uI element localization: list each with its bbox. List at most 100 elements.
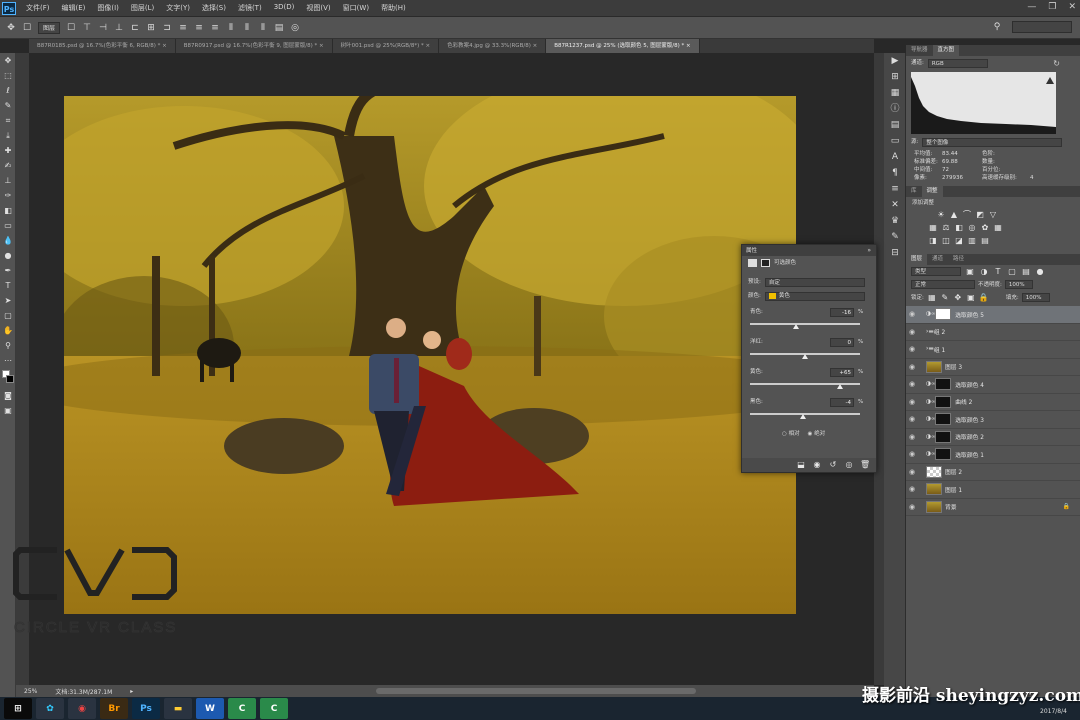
taskbar-word[interactable]: W bbox=[196, 698, 224, 719]
auto-align-icon[interactable]: ▤ bbox=[274, 23, 284, 33]
layer-name[interactable]: 选取颜色 2 bbox=[955, 432, 984, 441]
tab-channels[interactable]: 通道 bbox=[927, 254, 948, 265]
menu-item[interactable]: 编辑(E) bbox=[56, 3, 92, 13]
shape-tool-icon[interactable]: ▢ bbox=[0, 308, 16, 323]
lasso-tool-icon[interactable]: ℓ bbox=[0, 83, 16, 98]
reset-icon[interactable]: ↺ bbox=[828, 460, 838, 470]
curves-icon[interactable]: ⌒ bbox=[962, 210, 972, 220]
layer-name[interactable]: 背景 bbox=[945, 502, 957, 511]
levels-icon[interactable]: ▲ bbox=[949, 210, 959, 220]
layer-row[interactable]: ◉ ◑ ∞ 选取颜色 1 bbox=[906, 446, 1080, 464]
path-select-icon[interactable]: ➤ bbox=[0, 293, 16, 308]
start-button[interactable]: ⊞ bbox=[4, 698, 32, 719]
zoom-level[interactable]: 25% bbox=[24, 688, 37, 695]
layer-row[interactable]: ◉ 图层 1 bbox=[906, 481, 1080, 499]
layer-mask-thumbnail[interactable] bbox=[935, 378, 952, 391]
align-right-icon[interactable]: ⊐ bbox=[162, 23, 172, 33]
align-hcenter-icon[interactable]: ⊞ bbox=[146, 23, 156, 33]
tab-document[interactable]: 色彩教案4.jpg @ 33.3%(RGB/8) × bbox=[439, 39, 547, 53]
3d-mode-icon[interactable]: ◎ bbox=[290, 23, 300, 33]
layer-row[interactable]: ◉ 图层 3 bbox=[906, 359, 1080, 376]
filter-type-icon[interactable]: T bbox=[993, 267, 1003, 277]
layer-thumbnail[interactable] bbox=[926, 465, 942, 478]
taskbar-app-1[interactable]: ✿ bbox=[36, 698, 64, 719]
tab-document[interactable]: B87R0917.psd @ 16.7%(色彩平衡 9, 图层蒙版/8) * × bbox=[175, 39, 333, 53]
slider-track[interactable] bbox=[750, 323, 860, 325]
layer-mask-thumbnail[interactable] bbox=[935, 395, 952, 408]
tab-document[interactable]: B87R1237.psd @ 25% (选取颜色 5, 图层蒙版/8) * × bbox=[546, 39, 700, 53]
lock-artboard-icon[interactable]: ▣ bbox=[966, 293, 976, 303]
slider-thumb[interactable] bbox=[799, 414, 806, 419]
slider-value-input[interactable]: -4 bbox=[830, 398, 854, 407]
minimize-icon[interactable]: — bbox=[1027, 2, 1036, 12]
horizontal-scrollbar[interactable] bbox=[376, 688, 696, 694]
type-tool-icon[interactable]: T bbox=[0, 278, 16, 293]
slider-value-input[interactable]: +65 bbox=[830, 368, 854, 377]
color-lookup-icon[interactable]: ▦ bbox=[993, 223, 1003, 233]
tab-document[interactable]: B87R0185.psd @ 16.7%(色彩平衡 6, RGB/8) * × bbox=[29, 39, 176, 53]
eye-icon[interactable]: ◉ bbox=[906, 328, 918, 336]
menu-item[interactable]: 选择(S) bbox=[196, 3, 232, 13]
clone-stamp-icon[interactable]: ⊥ bbox=[0, 173, 16, 188]
history-icon[interactable]: ▤ bbox=[884, 117, 906, 133]
slider-track[interactable] bbox=[750, 383, 860, 385]
distribute-bottom-icon[interactable]: ≡ bbox=[210, 23, 220, 33]
taskbar-photoshop[interactable]: Ps bbox=[132, 698, 160, 719]
distribute-vcenter-icon[interactable]: ≡ bbox=[194, 23, 204, 33]
search-icon[interactable]: ⚲ bbox=[992, 22, 1002, 32]
layer-row[interactable]: ◉ ◑ ∞ 选取颜色 4 bbox=[906, 376, 1080, 394]
doc-size[interactable]: 文档:31.3M/287.1M bbox=[55, 687, 112, 696]
tab-adjustments[interactable]: 调整 bbox=[921, 186, 943, 197]
opacity-input[interactable]: 100% bbox=[1004, 280, 1033, 289]
close-tab-icon[interactable]: × bbox=[160, 43, 167, 49]
brightness-icon[interactable]: ☀ bbox=[936, 210, 946, 220]
eye-icon[interactable]: ◉ bbox=[906, 363, 918, 371]
preset-select[interactable]: 自定 bbox=[764, 277, 865, 287]
menu-item[interactable]: 图像(I) bbox=[91, 3, 125, 13]
history-brush-icon[interactable]: ✑ bbox=[0, 188, 16, 203]
lock-pixels-icon[interactable]: ▦ bbox=[927, 293, 937, 303]
align-left-icon[interactable]: ⊏ bbox=[130, 23, 140, 33]
glyph-icon[interactable]: ≡ bbox=[884, 181, 906, 197]
filter-pixel-icon[interactable]: ▣ bbox=[965, 267, 975, 277]
distribute-top-icon[interactable]: ≡ bbox=[178, 23, 188, 33]
layer-thumbnail[interactable] bbox=[926, 500, 942, 513]
eye-icon[interactable]: ◉ bbox=[906, 310, 918, 318]
hand-tool-icon[interactable]: ✋ bbox=[0, 323, 16, 338]
threshold-icon[interactable]: ◪ bbox=[954, 236, 964, 246]
taskbar-camtasia-2[interactable]: C bbox=[260, 698, 288, 719]
channel-mixer-icon[interactable]: ✿ bbox=[980, 223, 990, 233]
eye-icon[interactable]: ◉ bbox=[906, 468, 918, 476]
brush-tool-icon[interactable]: ✍ bbox=[0, 158, 16, 173]
lock-all-icon[interactable]: 🔒 bbox=[979, 293, 989, 303]
quick-mask-icon[interactable]: ◙ bbox=[0, 388, 16, 403]
view-previous-icon[interactable]: ◉ bbox=[812, 460, 822, 470]
hue-saturation-icon[interactable]: ▦ bbox=[928, 223, 938, 233]
exposure-icon[interactable]: ◩ bbox=[975, 210, 985, 220]
vibrance-icon[interactable]: ▽ bbox=[988, 210, 998, 220]
delete-icon[interactable]: 🗑 bbox=[860, 460, 870, 470]
taskbar-chrome[interactable]: ◉ bbox=[68, 698, 96, 719]
channel-select[interactable]: RGB bbox=[927, 58, 988, 68]
taskbar-bridge[interactable]: Br bbox=[100, 698, 128, 719]
refresh-icon[interactable]: ↻ bbox=[1053, 59, 1060, 68]
screen-mode-icon[interactable]: ▣ bbox=[0, 403, 16, 418]
lock-position-icon[interactable]: ✥ bbox=[953, 293, 963, 303]
menu-item[interactable]: 文字(Y) bbox=[160, 3, 196, 13]
align-vcenter-icon[interactable]: ⊣ bbox=[98, 23, 108, 33]
menu-item[interactable]: 帮助(H) bbox=[375, 3, 412, 13]
zoom-tool-icon[interactable]: ⚲ bbox=[0, 338, 16, 353]
align-bottom-icon[interactable]: ⊥ bbox=[114, 23, 124, 33]
tab-document[interactable]: 树叶001.psd @ 25%(RGB/8*) * × bbox=[332, 39, 440, 53]
close-tab-icon[interactable]: × bbox=[317, 43, 324, 49]
visibility-icon[interactable]: ◎ bbox=[844, 460, 854, 470]
align-top-icon[interactable]: ⊤ bbox=[82, 23, 92, 33]
method-relative-radio[interactable]: ○ 相对 bbox=[782, 430, 800, 438]
auto-select-dropdown[interactable]: 图层 bbox=[38, 21, 61, 34]
layer-mask-thumbnail[interactable] bbox=[935, 413, 952, 426]
blend-mode-select[interactable]: 正常 bbox=[911, 280, 975, 289]
distribute-right-icon[interactable]: ⦀ bbox=[258, 23, 268, 33]
layer-row[interactable]: ◉ ◑ ∞ 选取颜色 5 bbox=[906, 306, 1080, 324]
distribute-left-icon[interactable]: ⦀ bbox=[226, 23, 236, 33]
auto-select-checkbox[interactable]: ☐ bbox=[22, 23, 32, 33]
